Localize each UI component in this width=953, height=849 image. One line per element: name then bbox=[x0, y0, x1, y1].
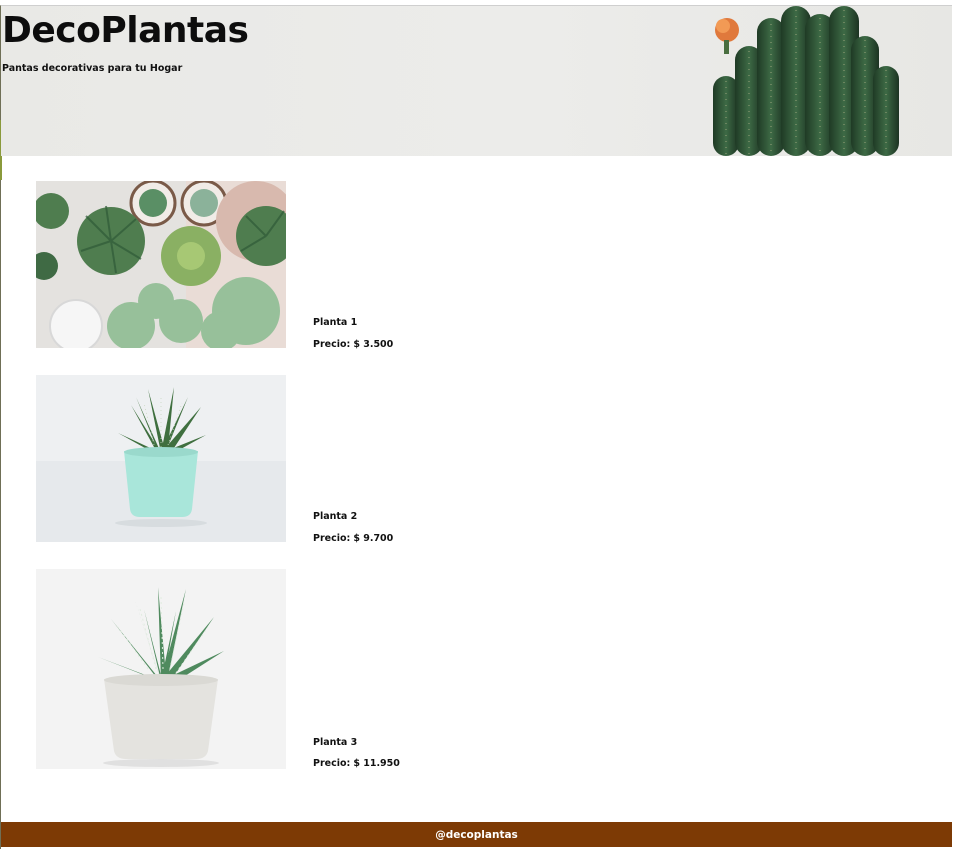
site-title: DecoPlantas bbox=[2, 10, 249, 51]
price-label: Precio: bbox=[313, 533, 351, 544]
product-image-haworthia bbox=[36, 569, 286, 769]
product-name: Planta 2 bbox=[313, 511, 358, 522]
price-value: $ 3.500 bbox=[353, 339, 394, 350]
product-card: Planta 2 Precio: $ 9.700 bbox=[36, 375, 636, 545]
product-price: Precio: $ 3.500 bbox=[313, 339, 393, 350]
product-card: Planta 3 Precio: $ 11.950 bbox=[36, 569, 636, 771]
site-footer: @decoplantas bbox=[1, 822, 952, 847]
footer-social-handle[interactable]: @decoplantas bbox=[435, 829, 518, 841]
product-image-potted-aloe bbox=[36, 375, 286, 542]
price-label: Precio: bbox=[313, 758, 351, 769]
price-value: $ 9.700 bbox=[353, 533, 394, 544]
site-tagline: Pantas decorativas para tu Hogar bbox=[2, 63, 183, 74]
product-card: Planta 1 Precio: $ 3.500 bbox=[36, 181, 636, 351]
product-name: Planta 3 bbox=[313, 737, 358, 748]
product-image-succulents bbox=[36, 181, 286, 348]
header-cactus-image bbox=[713, 6, 899, 156]
site-header: DecoPlantas Pantas decorativas para tu H… bbox=[1, 6, 952, 156]
product-price: Precio: $ 11.950 bbox=[313, 758, 400, 769]
price-label: Precio: bbox=[313, 339, 351, 350]
product-price: Precio: $ 9.700 bbox=[313, 533, 393, 544]
price-value: $ 11.950 bbox=[353, 758, 400, 769]
product-name: Planta 1 bbox=[313, 317, 358, 328]
